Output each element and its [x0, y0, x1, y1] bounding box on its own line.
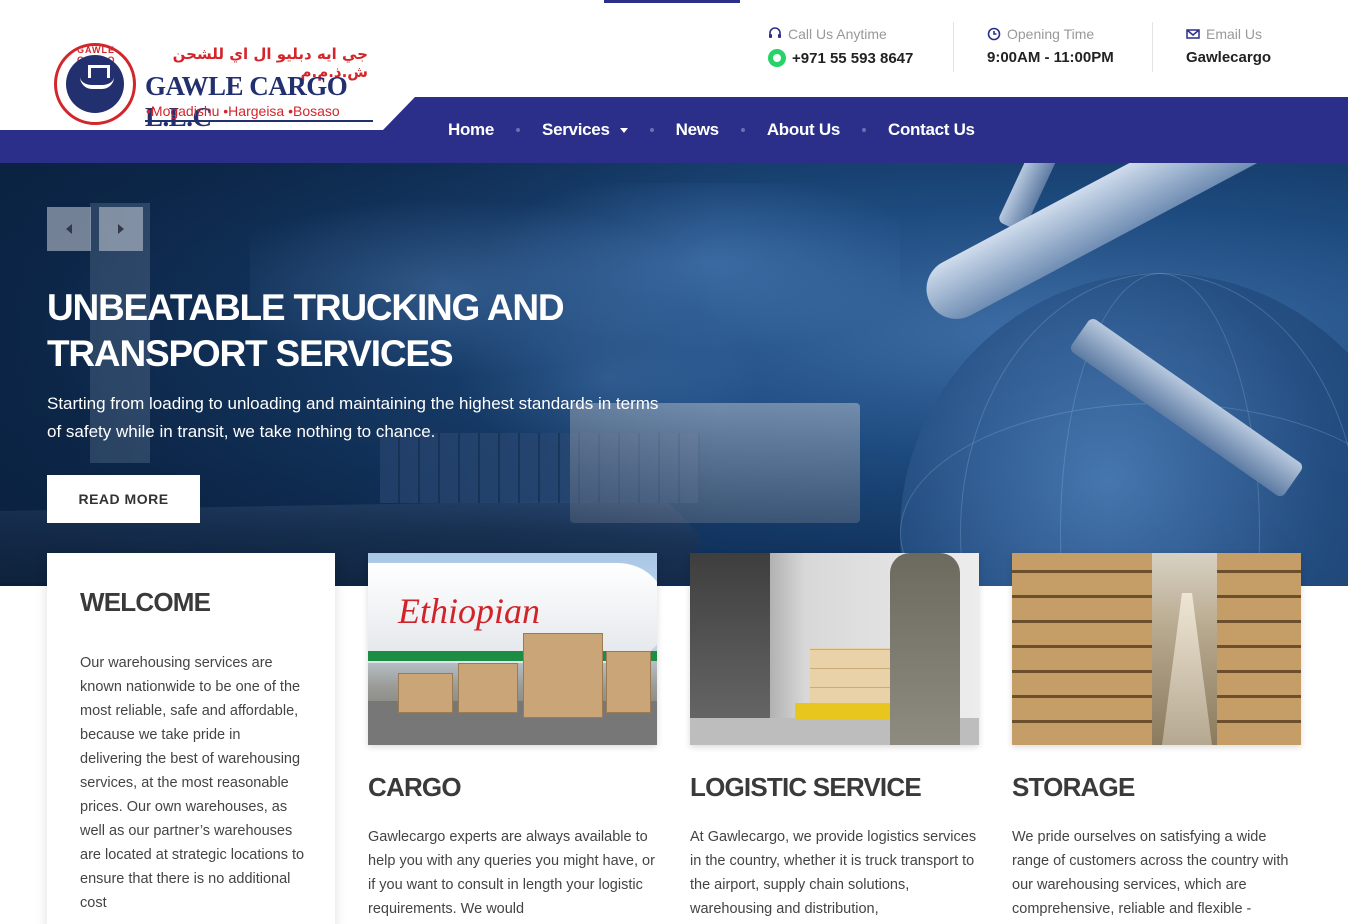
headset-icon [769, 27, 781, 38]
cargo-image-text: Ethiopian [398, 591, 540, 631]
hero-description: Starting from loading to unloading and m… [47, 394, 659, 441]
clock-icon [987, 27, 1001, 41]
site-logo[interactable]: GAWLE CARGO جي ايه دبليو ال اي للشحن ش.ذ… [47, 37, 383, 132]
nav-item-services[interactable]: Services [542, 120, 628, 140]
read-more-button[interactable]: READ MORE [47, 475, 200, 523]
card-text: Gawlecargo experts are always available … [368, 829, 655, 917]
nav-item-contact-us[interactable]: Contact Us [888, 120, 975, 140]
card-text: We pride ourselves on satisfying a wide … [1012, 829, 1289, 917]
envelope-icon [1186, 29, 1200, 39]
phone-label: Call Us Anytime [788, 26, 887, 42]
nav-item-home[interactable]: Home [448, 120, 494, 140]
ship-icon [66, 55, 124, 113]
cargo-image[interactable]: Ethiopian [368, 553, 657, 745]
welcome-text: Our warehousing services are known natio… [80, 655, 305, 911]
nav-separator [649, 128, 654, 132]
logo-underline [145, 120, 373, 122]
nav-item-about-us[interactable]: About Us [767, 120, 840, 140]
hero-title: UNBEATABLE TRUCKING AND TRANSPORT SERVIC… [47, 287, 565, 374]
email-value[interactable]: Gawlecargo [1186, 49, 1271, 66]
hours-label: Opening Time [1007, 26, 1095, 42]
nav-separator [516, 128, 521, 132]
top-accent-bar [604, 0, 740, 3]
chevron-right-icon [118, 224, 124, 234]
hours-value: 9:00AM - 11:00PM [987, 49, 1114, 66]
phone-number[interactable]: +971 55 593 8647 [792, 50, 913, 67]
slider-next-button[interactable] [99, 207, 143, 251]
nav-separator [740, 128, 745, 132]
nav-item-news[interactable]: News [676, 120, 720, 140]
card-title[interactable]: LOGISTIC SERVICE [690, 772, 922, 803]
logo-company-name: GAWLE CARGO L.L.C [145, 71, 348, 132]
main-navigation: Home Services News About Us Contact Us [448, 97, 975, 163]
card-title[interactable]: STORAGE [1012, 772, 1135, 803]
contact-divider [953, 22, 954, 72]
chevron-down-icon [619, 127, 628, 133]
card-title[interactable]: CARGO [368, 772, 462, 803]
slider-prev-button[interactable] [47, 207, 91, 251]
contact-hours: Opening Time 9:00AM - 11:00PM [987, 24, 1114, 74]
welcome-card: WELCOME Our warehousing services are kno… [47, 553, 335, 924]
contact-phone: Call Us Anytime +971 55 593 8647 [768, 24, 913, 74]
welcome-title: WELCOME [80, 587, 211, 617]
chevron-left-icon [66, 224, 72, 234]
contact-divider [1152, 22, 1153, 72]
logo-cities: •Mogadishu •Hargeisa •Bosaso [146, 103, 340, 119]
hero-globe-image [900, 273, 1348, 586]
nav-separator [861, 128, 866, 132]
logistic-image[interactable] [690, 553, 979, 745]
logo-emblem: GAWLE CARGO [54, 43, 136, 125]
contact-email: Email Us Gawlecargo [1186, 24, 1271, 74]
whatsapp-icon [768, 49, 786, 67]
email-label: Email Us [1206, 26, 1263, 42]
card-text: At Gawlecargo, we provide logistics serv… [690, 829, 977, 917]
storage-image[interactable] [1012, 553, 1301, 745]
